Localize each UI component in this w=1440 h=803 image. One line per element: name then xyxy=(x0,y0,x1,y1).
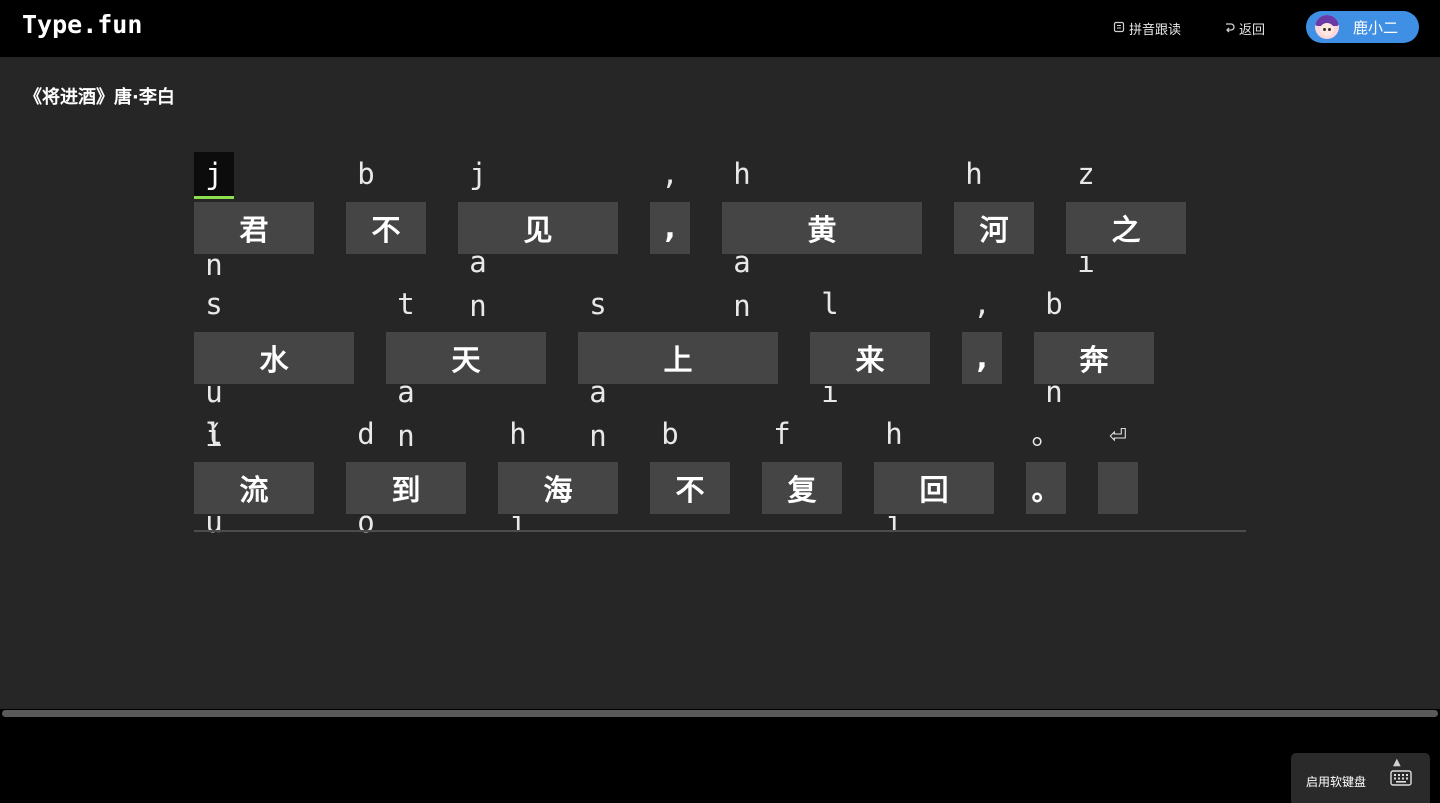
hanzi-box: 君 xyxy=(194,202,314,254)
poem-title: 《将进酒》唐·李白 xyxy=(24,87,175,108)
pinyin-syllable: , xyxy=(962,282,1002,326)
pinyin-letter: h xyxy=(733,157,751,191)
hanzi-char: 黄 xyxy=(807,213,837,247)
pinyin-letter: t xyxy=(397,287,415,321)
back-label: 返回 xyxy=(1239,23,1266,38)
pinyin-follow-link[interactable]: 拼音跟读 xyxy=(1113,19,1181,38)
typing-area: 《将进酒》唐·李白 jūnbújiàn,huánghézhī君不见,黄河之shu… xyxy=(0,57,1440,718)
hanzi-box: 上 xyxy=(578,332,778,384)
hanzi-box: 回 xyxy=(874,462,994,514)
divider xyxy=(194,530,1246,532)
pinyin-letter: z xyxy=(1077,157,1095,191)
hanzi-box: , xyxy=(650,202,690,254)
hanzi-box: 奔 xyxy=(1034,332,1154,384)
pinyin-letter: h xyxy=(885,417,903,451)
pinyin-letter: j xyxy=(469,157,487,191)
keyboard-icon xyxy=(1390,770,1412,790)
pinyin-follow-label: 拼音跟读 xyxy=(1129,23,1182,38)
pinyin-letter: l xyxy=(205,417,223,451)
hanzi-box xyxy=(1098,462,1138,514)
pinyin-letter: n xyxy=(469,289,487,323)
back-link[interactable]: 返回 xyxy=(1223,19,1265,38)
scrollbar-thumb[interactable] xyxy=(2,710,1438,717)
hanzi-box: 不 xyxy=(346,202,426,254)
caret-up-icon: ▲ xyxy=(1393,757,1401,768)
hanzi-char: 之 xyxy=(1111,213,1141,247)
pinyin-letter: h xyxy=(965,157,983,191)
hanzi-box: 水 xyxy=(194,332,354,384)
pinyin-letter: s xyxy=(589,287,607,321)
pinyin-letter: h xyxy=(509,417,527,451)
hanzi-box: 复 xyxy=(762,462,842,514)
pinyin-syllable: , xyxy=(650,152,690,196)
pinyin-letter: l xyxy=(821,287,839,321)
hanzi-char: , xyxy=(976,341,988,375)
hanzi-box: 到 xyxy=(346,462,466,514)
pinyin-letter: d xyxy=(357,417,375,451)
soft-keyboard-label: 启用软键盘 xyxy=(1306,775,1367,789)
hanzi-box: 河 xyxy=(954,202,1034,254)
pinyin-letter: n xyxy=(589,419,607,453)
pinyin-letter: n xyxy=(733,289,751,323)
pinyin-letter: ⏎ xyxy=(1109,417,1127,451)
hanzi-char: 不 xyxy=(371,213,401,247)
hanzi-char: 君 xyxy=(239,213,269,247)
hanzi-box: 天 xyxy=(386,332,546,384)
hanzi-box: 见 xyxy=(458,202,618,254)
hanzi-box: 黄 xyxy=(722,202,922,254)
hanzi-char: 复 xyxy=(787,473,817,507)
hanzi-char: 不 xyxy=(675,473,705,507)
hanzi-box: 。 xyxy=(1026,462,1066,514)
hanzi-box: 流 xyxy=(194,462,314,514)
soft-keyboard-button[interactable]: ▲ 启用软键盘 xyxy=(1291,753,1430,803)
horizontal-scrollbar[interactable] xyxy=(0,709,1440,718)
hanzi-box: 不 xyxy=(650,462,730,514)
pinyin-letter: , xyxy=(973,287,991,321)
pinyin-letter: b xyxy=(357,157,375,191)
pinyin-letter: b xyxy=(661,417,679,451)
hanzi-box: 之 xyxy=(1066,202,1186,254)
hanzi-char: 河 xyxy=(979,213,1009,247)
typing-cursor-letter: j xyxy=(194,152,234,199)
top-bar: Type.fun 拼音跟读 返回 鹿小二 xyxy=(0,0,1440,57)
hanzi-char: 来 xyxy=(855,343,885,377)
hanzi-char: , xyxy=(664,211,676,245)
hanzi-char: 。 xyxy=(1031,473,1061,507)
hanzi-char: 回 xyxy=(919,473,949,507)
pinyin-letter: , xyxy=(661,157,679,191)
pinyin-letter: s xyxy=(205,287,223,321)
pinyin-syllable: ⏎ xyxy=(1098,412,1138,456)
pinyin-letter: b xyxy=(1045,287,1063,321)
brand-logo[interactable]: Type.fun xyxy=(22,10,142,39)
hanzi-char: 海 xyxy=(543,473,573,507)
user-name: 鹿小二 xyxy=(1353,18,1399,37)
hanzi-char: 奔 xyxy=(1079,343,1109,377)
hanzi-char: 水 xyxy=(259,343,289,377)
pinyin-syllable: 。 xyxy=(1026,412,1066,456)
hanzi-box: 来 xyxy=(810,332,930,384)
hanzi-char: 流 xyxy=(239,473,269,507)
hanzi-box: , xyxy=(962,332,1002,384)
hanzi-char: 见 xyxy=(523,213,553,247)
pinyin-letter: 。 xyxy=(1031,417,1061,451)
avatar xyxy=(1315,15,1339,39)
hanzi-char: 到 xyxy=(391,473,421,507)
user-menu-button[interactable]: 鹿小二 xyxy=(1306,11,1419,43)
book-icon xyxy=(1113,21,1125,36)
pinyin-letter: f xyxy=(773,417,791,451)
return-icon xyxy=(1223,21,1235,36)
hanzi-char: 天 xyxy=(451,343,481,377)
pinyin-letter: n xyxy=(397,419,415,453)
hanzi-char: 上 xyxy=(663,343,693,377)
hanzi-box: 海 xyxy=(498,462,618,514)
